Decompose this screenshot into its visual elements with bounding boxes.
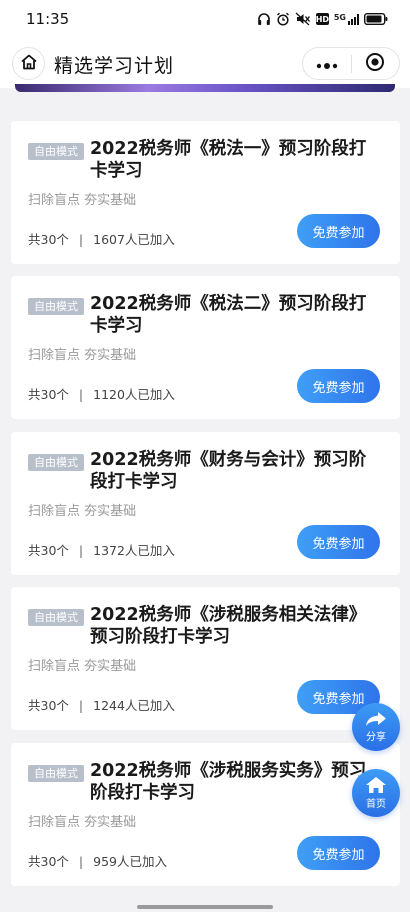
mode-badge: 自由模式: [28, 143, 84, 160]
nav-bar: 精选学习计划: [0, 38, 410, 88]
home-label: 首页: [366, 799, 386, 810]
plan-title: 2022税务师《涉税服务相关法律》预习阶段打卡学习: [90, 605, 367, 647]
more-dots-icon: [316, 54, 338, 73]
plan-card[interactable]: 自由模式 2022税务师《涉税服务实务》预习阶段打卡学习 扫除盲点 夯实基础 共…: [11, 743, 400, 886]
joined-count: 1120人已加入: [93, 387, 175, 402]
plan-card[interactable]: 自由模式 2022税务师《财务与会计》预习阶段打卡学习 扫除盲点 夯实基础 共3…: [11, 432, 400, 575]
meta-separator: |: [78, 698, 84, 713]
joined-count: 959人已加入: [93, 854, 167, 869]
plan-meta: 共30个 | 1607人已加入: [28, 232, 175, 248]
share-fab[interactable]: 分享: [352, 703, 400, 751]
plan-meta: 共30个 | 959人已加入: [28, 854, 167, 870]
free-join-button[interactable]: 免费参加: [297, 525, 380, 559]
status-bar: 11:35 HD 5G: [0, 0, 410, 38]
item-count: 共30个: [28, 232, 69, 247]
mode-badge: 自由模式: [28, 454, 84, 471]
page-title: 精选学习计划: [54, 55, 175, 77]
mini-program-capsule: [302, 47, 400, 80]
home-icon: [20, 53, 38, 75]
signal-5g-icon: 5G: [333, 12, 359, 25]
plan-title: 2022税务师《税法二》预习阶段打卡学习: [90, 294, 367, 336]
meta-separator: |: [78, 854, 84, 869]
network-label: 5G: [333, 12, 346, 22]
plan-card[interactable]: 自由模式 2022税务师《涉税服务相关法律》预习阶段打卡学习 扫除盲点 夯实基础…: [11, 587, 400, 730]
joined-count: 1244人已加入: [93, 698, 175, 713]
plan-subtitle: 扫除盲点 夯实基础: [28, 193, 137, 208]
mode-badge: 自由模式: [28, 298, 84, 315]
battery-icon: [364, 13, 388, 25]
meta-separator: |: [78, 387, 84, 402]
home-fab[interactable]: 首页: [352, 769, 400, 817]
status-icons: HD 5G: [257, 12, 388, 26]
house-icon: [365, 776, 387, 798]
alarm-icon: [276, 12, 290, 26]
plan-title: 2022税务师《涉税服务实务》预习阶段打卡学习: [90, 761, 367, 803]
close-button[interactable]: [352, 48, 399, 79]
joined-count: 1607人已加入: [93, 232, 175, 247]
hd-icon: HD: [315, 13, 330, 25]
plan-meta: 共30个 | 1372人已加入: [28, 543, 175, 559]
banner-image[interactable]: [15, 84, 395, 92]
item-count: 共30个: [28, 387, 69, 402]
headphones-icon: [257, 12, 271, 26]
plan-card[interactable]: 自由模式 2022税务师《税法二》预习阶段打卡学习 扫除盲点 夯实基础 共30个…: [11, 276, 400, 419]
plan-subtitle: 扫除盲点 夯实基础: [28, 348, 137, 363]
item-count: 共30个: [28, 854, 69, 869]
plan-card[interactable]: 自由模式 2022税务师《税法一》预习阶段打卡学习 扫除盲点 夯实基础 共30个…: [11, 121, 400, 264]
free-join-button[interactable]: 免费参加: [297, 369, 380, 403]
plan-meta: 共30个 | 1120人已加入: [28, 387, 175, 403]
joined-count: 1372人已加入: [93, 543, 175, 558]
home-button[interactable]: [12, 47, 45, 80]
more-button[interactable]: [303, 48, 351, 79]
plan-subtitle: 扫除盲点 夯实基础: [28, 815, 137, 830]
plan-title: 2022税务师《财务与会计》预习阶段打卡学习: [90, 450, 367, 492]
mute-icon: [295, 12, 311, 26]
mode-badge: 自由模式: [28, 765, 84, 782]
meta-separator: |: [78, 232, 84, 247]
target-close-icon: [365, 52, 385, 76]
free-join-button[interactable]: 免费参加: [297, 214, 380, 248]
share-label: 分享: [366, 732, 386, 743]
plan-subtitle: 扫除盲点 夯实基础: [28, 659, 137, 674]
mode-badge: 自由模式: [28, 609, 84, 626]
plan-meta: 共30个 | 1244人已加入: [28, 698, 175, 714]
home-indicator: [137, 905, 273, 909]
share-arrow-icon: [365, 711, 387, 731]
status-time: 11:35: [26, 10, 70, 28]
plan-title: 2022税务师《税法一》预习阶段打卡学习: [90, 139, 367, 181]
plan-subtitle: 扫除盲点 夯实基础: [28, 504, 137, 519]
meta-separator: |: [78, 543, 84, 558]
item-count: 共30个: [28, 543, 69, 558]
free-join-button[interactable]: 免费参加: [297, 836, 380, 870]
item-count: 共30个: [28, 698, 69, 713]
